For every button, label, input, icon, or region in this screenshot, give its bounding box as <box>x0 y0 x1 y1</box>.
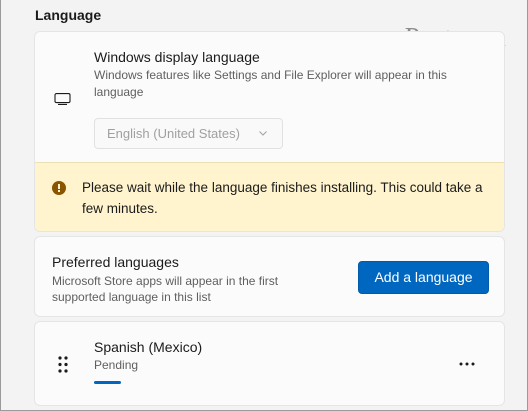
display-language-description: Windows features like Settings and File … <box>94 68 447 99</box>
section-title: Language <box>35 7 102 23</box>
install-progress-fill <box>94 381 121 384</box>
chevron-down-icon <box>259 131 267 136</box>
preferred-languages-card: Preferred languages Microsoft Store apps… <box>34 236 505 317</box>
display-language-selected: English (United States) <box>107 126 240 141</box>
preferred-languages-title: Preferred languages <box>52 254 179 270</box>
install-progress-bar <box>94 381 121 384</box>
more-options-icon[interactable] <box>453 355 481 373</box>
preferred-languages-description: Microsoft Store apps will appear in the … <box>52 274 279 304</box>
drag-handle-icon[interactable] <box>58 356 68 373</box>
monitor-icon <box>54 93 71 105</box>
display-language-title: Windows display language <box>94 49 260 65</box>
language-status: Pending <box>94 358 139 372</box>
display-language-select[interactable]: English (United States) <box>94 118 283 149</box>
settings-panel: Language groovyPost.com Windows display … <box>0 0 528 411</box>
add-language-button[interactable]: Add a language <box>358 261 489 294</box>
language-list-item: Spanish (Mexico) Pending <box>34 321 505 406</box>
install-notice: Please wait while the language finishes … <box>35 162 504 231</box>
display-language-card: Windows display language Windows feature… <box>34 31 505 232</box>
warning-icon <box>52 181 66 195</box>
language-name: Spanish (Mexico) <box>94 339 203 355</box>
notice-text: Please wait while the language finishes … <box>82 180 483 216</box>
